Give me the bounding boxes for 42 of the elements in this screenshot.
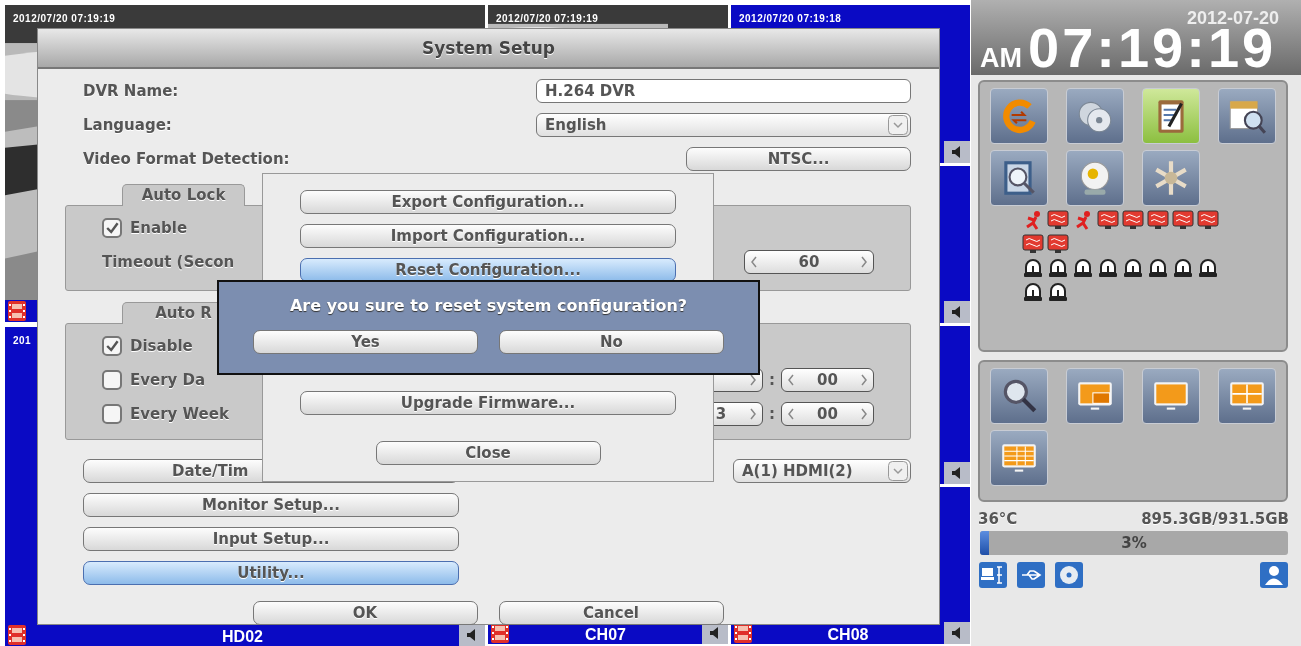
dialog-button[interactable]: Yes — [253, 330, 478, 354]
dialog-button[interactable]: Cancel — [498, 601, 724, 625]
dropdown[interactable]: English — [536, 113, 911, 137]
menu-button[interactable]: Import Configuration... — [300, 224, 676, 248]
field-label: DVR Name: — [83, 82, 179, 100]
disk-usage-label: 895.3GB/931.5GB — [1141, 510, 1289, 528]
field-label: Timeout (Secon — [102, 253, 235, 271]
close-button[interactable]: Close — [375, 441, 601, 465]
menu-button[interactable]: Utility... — [83, 561, 459, 585]
temperature-label: 36°C — [978, 510, 1018, 528]
menu-button[interactable]: Input Setup... — [83, 527, 459, 551]
timestamp: 2012/07/20 07:19:19 — [496, 13, 599, 24]
number-spinner[interactable]: 60 — [744, 250, 874, 274]
menu-button[interactable]: Reset Configuration... — [300, 258, 676, 282]
confirm-message: Are you sure to reset system configuration? — [289, 296, 688, 315]
timestamp: 2012/07/20 07:19:18 — [739, 13, 842, 24]
checkbox-label: Every Da — [130, 371, 206, 389]
meridiem-label: AM — [980, 43, 1022, 74]
dialog-button[interactable]: OK — [252, 601, 478, 625]
format-button[interactable]: NTSC... — [686, 147, 911, 171]
field-label: Language: — [83, 116, 172, 134]
menu-button[interactable]: Upgrade Firmware... — [300, 391, 676, 415]
menu-button[interactable]: Export Configuration... — [300, 190, 676, 214]
timestamp: 201 — [13, 335, 32, 346]
checkbox-label: Disable — [130, 337, 193, 355]
timestamp: 2012/07/20 07:19:19 — [13, 13, 116, 24]
channel-label: CH07 — [584, 626, 627, 644]
text-field[interactable]: H.264 DVR — [536, 79, 911, 103]
checkbox-label: Enable — [130, 219, 188, 237]
channel-label: CH08 — [826, 626, 870, 644]
menu-button[interactable]: Monitor Setup... — [83, 493, 459, 517]
minute-spinner[interactable]: 00 — [781, 368, 874, 392]
checkbox-label: Every Week — [130, 405, 229, 423]
time-separator: : — [769, 371, 775, 389]
minute-spinner[interactable]: 00 — [781, 402, 874, 426]
dialog-title: System Setup — [422, 38, 555, 58]
time-separator: : — [769, 405, 775, 423]
channel-label: HD02 — [221, 628, 264, 646]
dialog-button[interactable]: No — [499, 330, 724, 354]
field-label: Video Format Detection: — [83, 150, 290, 168]
dropdown[interactable]: A(1) HDMI(2) — [733, 459, 911, 483]
percent-label: 3% — [1121, 534, 1147, 552]
